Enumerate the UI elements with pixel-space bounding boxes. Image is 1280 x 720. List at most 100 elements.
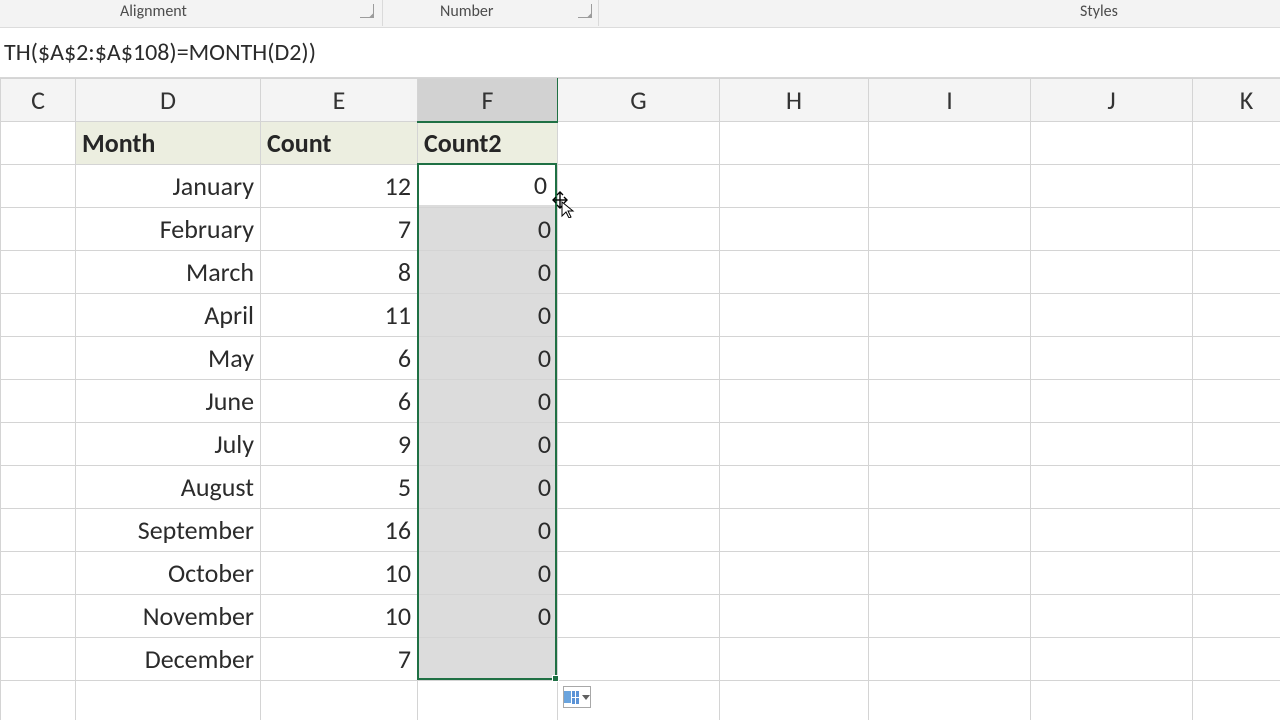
cell[interactable] [1,552,76,595]
cell-count[interactable]: 7 [261,638,418,681]
cell[interactable] [720,122,869,165]
formula-bar[interactable]: TH($A$2:$A$108)=MONTH(D2)) [0,28,1280,78]
cell[interactable] [1031,509,1193,552]
cell[interactable] [261,681,418,720]
cell[interactable] [720,294,869,337]
cell[interactable] [720,380,869,423]
cell[interactable] [1,509,76,552]
spreadsheet-grid[interactable]: C D E F G H I J K Month Count Count2 [0,78,1280,720]
cell[interactable] [720,337,869,380]
cell[interactable] [1031,294,1193,337]
cell[interactable] [869,638,1031,681]
cell[interactable] [1,294,76,337]
header-count[interactable]: Count [261,122,418,165]
cell[interactable] [1,638,76,681]
cell[interactable] [1031,165,1193,208]
cell-count2[interactable]: 0 [418,509,558,552]
alignment-launcher-icon[interactable] [360,4,374,18]
cell-count2[interactable]: 0 [418,294,558,337]
table-row[interactable]: Month Count Count2 [1,122,1280,165]
cell[interactable] [1193,638,1280,681]
cell[interactable] [1031,595,1193,638]
cell[interactable] [558,122,720,165]
cell[interactable] [76,681,261,720]
col-header-C[interactable]: C [1,79,76,122]
cell[interactable] [1193,509,1280,552]
cell[interactable] [558,337,720,380]
cell-count[interactable]: 10 [261,552,418,595]
cell[interactable] [869,380,1031,423]
cell-month[interactable]: November [76,595,261,638]
cell-month[interactable]: August [76,466,261,509]
cell[interactable] [720,552,869,595]
col-header-H[interactable]: H [720,79,869,122]
cell[interactable] [720,208,869,251]
autofill-options-button[interactable] [563,686,591,708]
cell[interactable] [1193,380,1280,423]
cell[interactable] [1,595,76,638]
cell[interactable] [869,294,1031,337]
table-row[interactable]: October100 [1,552,1280,595]
cell[interactable] [720,509,869,552]
table-row[interactable] [1,681,1280,720]
cell[interactable] [1193,251,1280,294]
cell[interactable] [1193,208,1280,251]
cell-month[interactable]: April [76,294,261,337]
header-month[interactable]: Month [76,122,261,165]
cell-count[interactable]: 9 [261,423,418,466]
cell[interactable] [720,681,869,720]
cell[interactable] [1,466,76,509]
cell-count[interactable]: 12 [261,165,418,208]
cell-month[interactable]: September [76,509,261,552]
cell[interactable] [1,165,76,208]
cell-month[interactable]: March [76,251,261,294]
cell-month[interactable]: December [76,638,261,681]
cell-count2[interactable]: 0 [418,466,558,509]
cell[interactable] [869,122,1031,165]
cell[interactable] [558,251,720,294]
cell-month[interactable]: July [76,423,261,466]
cell[interactable] [558,165,720,208]
cell[interactable] [1,681,76,720]
cell[interactable] [1031,122,1193,165]
cell[interactable] [720,595,869,638]
cell[interactable] [869,251,1031,294]
col-header-J[interactable]: J [1031,79,1193,122]
cell[interactable] [558,466,720,509]
active-cell[interactable]: 0 [419,165,555,205]
table-row[interactable]: September160 [1,509,1280,552]
table-row[interactable]: February70 [1,208,1280,251]
cell[interactable] [558,208,720,251]
cell-count[interactable]: 8 [261,251,418,294]
cell[interactable] [1,380,76,423]
cell[interactable] [720,251,869,294]
cell[interactable] [1,122,76,165]
cell[interactable] [1193,165,1280,208]
cell[interactable] [418,681,558,720]
cell-count[interactable]: 11 [261,294,418,337]
cell[interactable] [1031,423,1193,466]
cell[interactable] [1193,122,1280,165]
table-row[interactable]: July90 [1,423,1280,466]
cell[interactable] [720,638,869,681]
col-header-E[interactable]: E [261,79,418,122]
column-header-row[interactable]: C D E F G H I J K [1,79,1280,122]
table-row[interactable]: November100 [1,595,1280,638]
cell[interactable] [558,595,720,638]
cell[interactable] [558,552,720,595]
cell[interactable] [1193,294,1280,337]
cell-count[interactable]: 5 [261,466,418,509]
cell[interactable] [869,509,1031,552]
col-header-I[interactable]: I [869,79,1031,122]
cell[interactable] [1193,423,1280,466]
table-row[interactable]: December7 [1,638,1280,681]
number-launcher-icon[interactable] [578,4,592,18]
cell-month[interactable]: January [76,165,261,208]
cell[interactable] [1031,337,1193,380]
cell-count2[interactable]: 0 [418,251,558,294]
header-count2[interactable]: Count2 [418,122,558,165]
cell[interactable] [869,552,1031,595]
cell[interactable] [1193,466,1280,509]
cell[interactable] [1031,552,1193,595]
cell[interactable] [1031,251,1193,294]
